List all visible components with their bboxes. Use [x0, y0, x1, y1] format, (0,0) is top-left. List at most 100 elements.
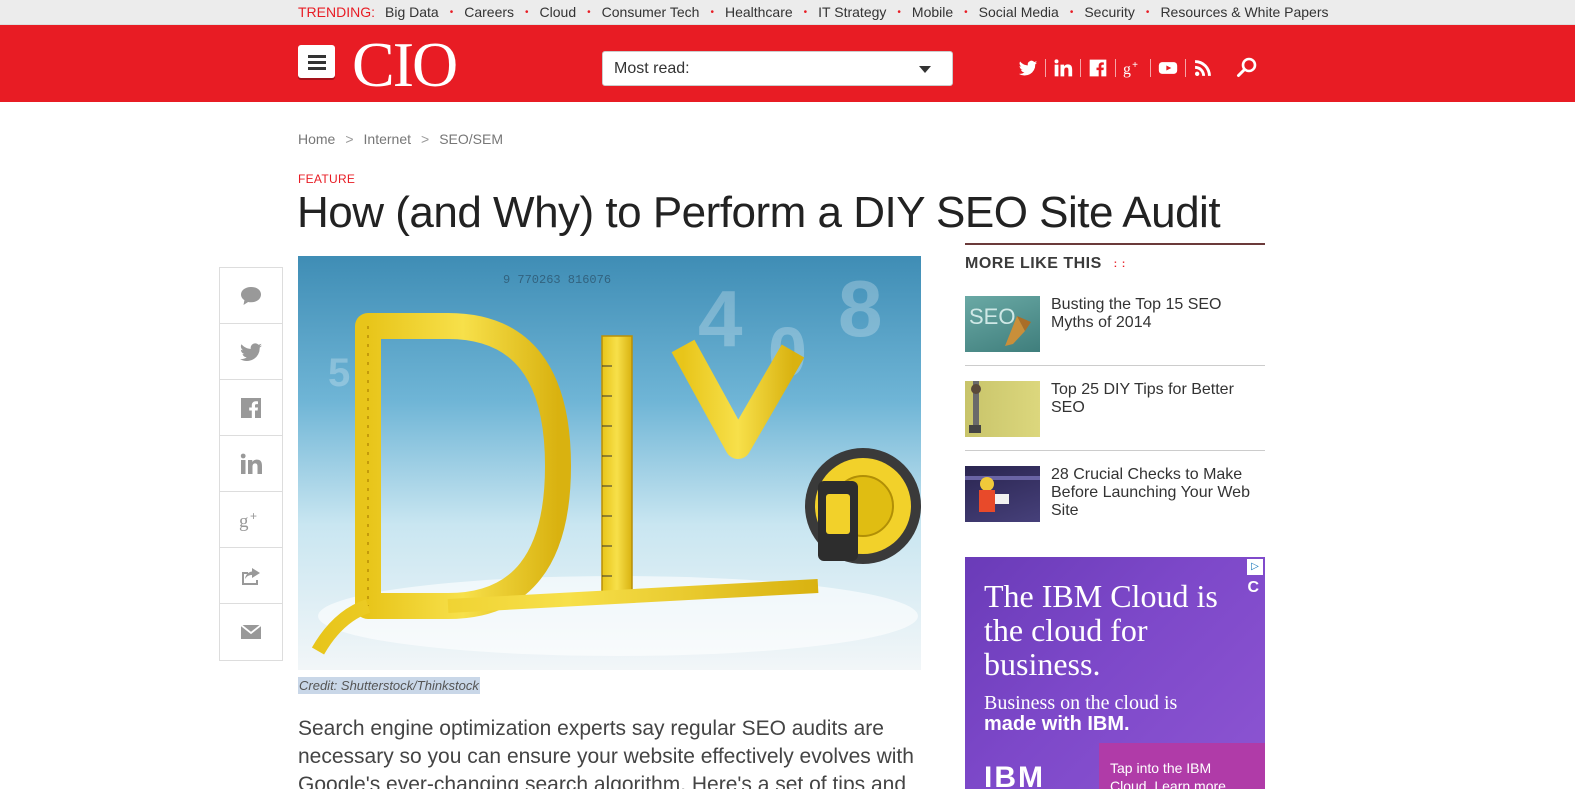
thumbnail [965, 466, 1040, 522]
trending-separator: • [449, 6, 454, 18]
divider [1080, 59, 1081, 77]
trending-item[interactable]: Healthcare [725, 4, 793, 20]
more-like-this-title: MORE LIKE THIS [965, 255, 1102, 272]
trending-item[interactable]: Resources & White Papers [1160, 4, 1328, 20]
breadcrumb: Home > Internet > SEO/SEM [298, 131, 503, 147]
share-email-button[interactable] [220, 604, 282, 660]
share-forward-button[interactable] [220, 548, 282, 604]
svg-text:+: + [250, 509, 257, 523]
article-intro: Search engine optimization experts say r… [298, 717, 914, 789]
more-item-1[interactable]: SEO Busting the Top 15 SEO Myths of 2014 [965, 296, 1265, 352]
more-like-this: MORE LIKE THIS : : SEO Busting the Top 1… [965, 243, 1265, 522]
chevron-down-icon [919, 66, 931, 73]
more-item-title[interactable]: Top 25 DIY Tips for Better SEO [1051, 381, 1265, 437]
breadcrumb-home[interactable]: Home [298, 131, 335, 147]
more-item-3[interactable]: 28 Crucial Checks to Make Before Launchi… [965, 466, 1265, 522]
google-plus-icon: g + [239, 509, 257, 532]
svg-text:+: + [1132, 60, 1138, 71]
more-like-this-heading: MORE LIKE THIS : : [965, 255, 1265, 273]
share-icon [242, 567, 260, 585]
twitter-icon[interactable] [1016, 57, 1040, 79]
svg-text:8: 8 [838, 264, 883, 353]
trending-item[interactable]: IT Strategy [818, 4, 886, 20]
tape-measure [805, 448, 921, 564]
divider [1045, 59, 1046, 77]
article-kicker: FEATURE [298, 172, 356, 186]
article-title: How (and Why) to Perform a DIY SEO Site … [297, 188, 1221, 237]
trending-separator: • [1069, 6, 1074, 18]
hamburger-icon [307, 54, 326, 70]
search-icon[interactable] [1235, 56, 1259, 80]
thumbnail: SEO [965, 296, 1040, 352]
divider [965, 450, 1265, 451]
share-twitter-button[interactable] [220, 324, 282, 380]
ad-headline: The IBM Cloud is the cloud for business. [984, 578, 1218, 682]
dots-icon: : : [1113, 258, 1127, 270]
image-caption: Credit: Shutterstock/Thinkstock [298, 677, 480, 694]
most-read-dropdown[interactable]: Most read: [602, 51, 953, 86]
barcode-numbers: 9 770263 816076 [503, 273, 611, 287]
site-logo[interactable]: CIO [352, 30, 458, 100]
trending-separator: • [964, 6, 968, 18]
trending-item[interactable]: Careers [464, 4, 514, 20]
ad-cta-button[interactable]: Tap into the IBM Cloud. Learn more [1099, 743, 1265, 789]
most-read-label: Most read: [614, 59, 690, 77]
linkedin-icon [240, 453, 262, 474]
header-social-links: g + [1016, 57, 1215, 79]
linkedin-icon[interactable] [1051, 57, 1075, 79]
more-item-title[interactable]: 28 Crucial Checks to Make Before Launchi… [1051, 466, 1265, 522]
email-icon [240, 624, 262, 639]
trending-item[interactable]: Security [1084, 4, 1135, 20]
comment-icon [241, 286, 261, 305]
divider [1185, 59, 1186, 77]
share-google-plus-button[interactable]: g + [220, 492, 282, 548]
divider [1150, 59, 1151, 77]
trending-separator: • [1145, 6, 1150, 18]
breadcrumb-seo-sem[interactable]: SEO/SEM [439, 131, 503, 147]
svg-text:4: 4 [698, 274, 743, 363]
more-item-title[interactable]: Busting the Top 15 SEO Myths of 2014 [1051, 296, 1265, 352]
hero-image: 4 0 8 5 9 770263 816076 [298, 256, 921, 670]
trending-separator: • [587, 6, 591, 18]
trending-item[interactable]: Consumer Tech [602, 4, 700, 20]
trending-bar: TRENDING: Big Data • Careers • Cloud • Consume… [0, 0, 1575, 25]
trending-label: TRENDING: [298, 4, 375, 20]
divider [965, 365, 1265, 366]
more-item-2[interactable]: Top 25 DIY Tips for Better SEO [965, 381, 1265, 437]
breadcrumb-internet[interactable]: Internet [364, 131, 411, 147]
ad-refresh-icon[interactable]: C [1247, 579, 1259, 597]
svg-text:5: 5 [328, 351, 350, 395]
facebook-icon [241, 397, 261, 418]
facebook-icon[interactable] [1086, 57, 1110, 79]
svg-text:g: g [239, 511, 249, 532]
share-facebook-button[interactable] [220, 380, 282, 436]
ad-sub-plain: Business on the cloud is [984, 692, 1178, 714]
rss-icon[interactable] [1191, 57, 1215, 79]
trending-item[interactable]: Mobile [912, 4, 953, 20]
trending-separator: • [897, 6, 901, 18]
trending-item[interactable]: Cloud [540, 4, 577, 20]
twitter-icon [240, 342, 262, 361]
thumbnail [965, 381, 1040, 437]
share-linkedin-button[interactable] [220, 436, 282, 492]
breadcrumb-separator: > [421, 131, 430, 147]
trending-item[interactable]: Big Data [385, 4, 439, 20]
ad-choices-icon[interactable]: ▷ [1247, 559, 1263, 575]
google-plus-icon[interactable]: g + [1121, 57, 1145, 79]
ibm-logo: IBM [984, 761, 1045, 789]
share-rail: g + [219, 267, 283, 661]
svg-text:SEO: SEO [969, 304, 1015, 329]
ad-sub-bold: made with IBM. [984, 713, 1130, 735]
diy-measuring-tape-illustration: 4 0 8 5 9 770263 816076 [311, 264, 921, 656]
menu-button[interactable] [298, 45, 335, 78]
trending-separator: • [525, 6, 529, 18]
ibm-cloud-ad[interactable]: ▷ C The IBM Cloud is the cloud for busin… [965, 557, 1265, 789]
trending-separator: • [803, 6, 808, 18]
breadcrumb-separator: > [345, 131, 354, 147]
share-comment-button[interactable] [220, 268, 282, 324]
trending-item[interactable]: Social Media [979, 4, 1059, 20]
trending-list: TRENDING: Big Data • Careers • Cloud • Consume… [298, 4, 1329, 20]
youtube-icon[interactable] [1156, 57, 1180, 79]
trending-separator: • [710, 6, 714, 18]
ad-subheadline: Business on the cloud is made with IBM. [984, 693, 1214, 735]
